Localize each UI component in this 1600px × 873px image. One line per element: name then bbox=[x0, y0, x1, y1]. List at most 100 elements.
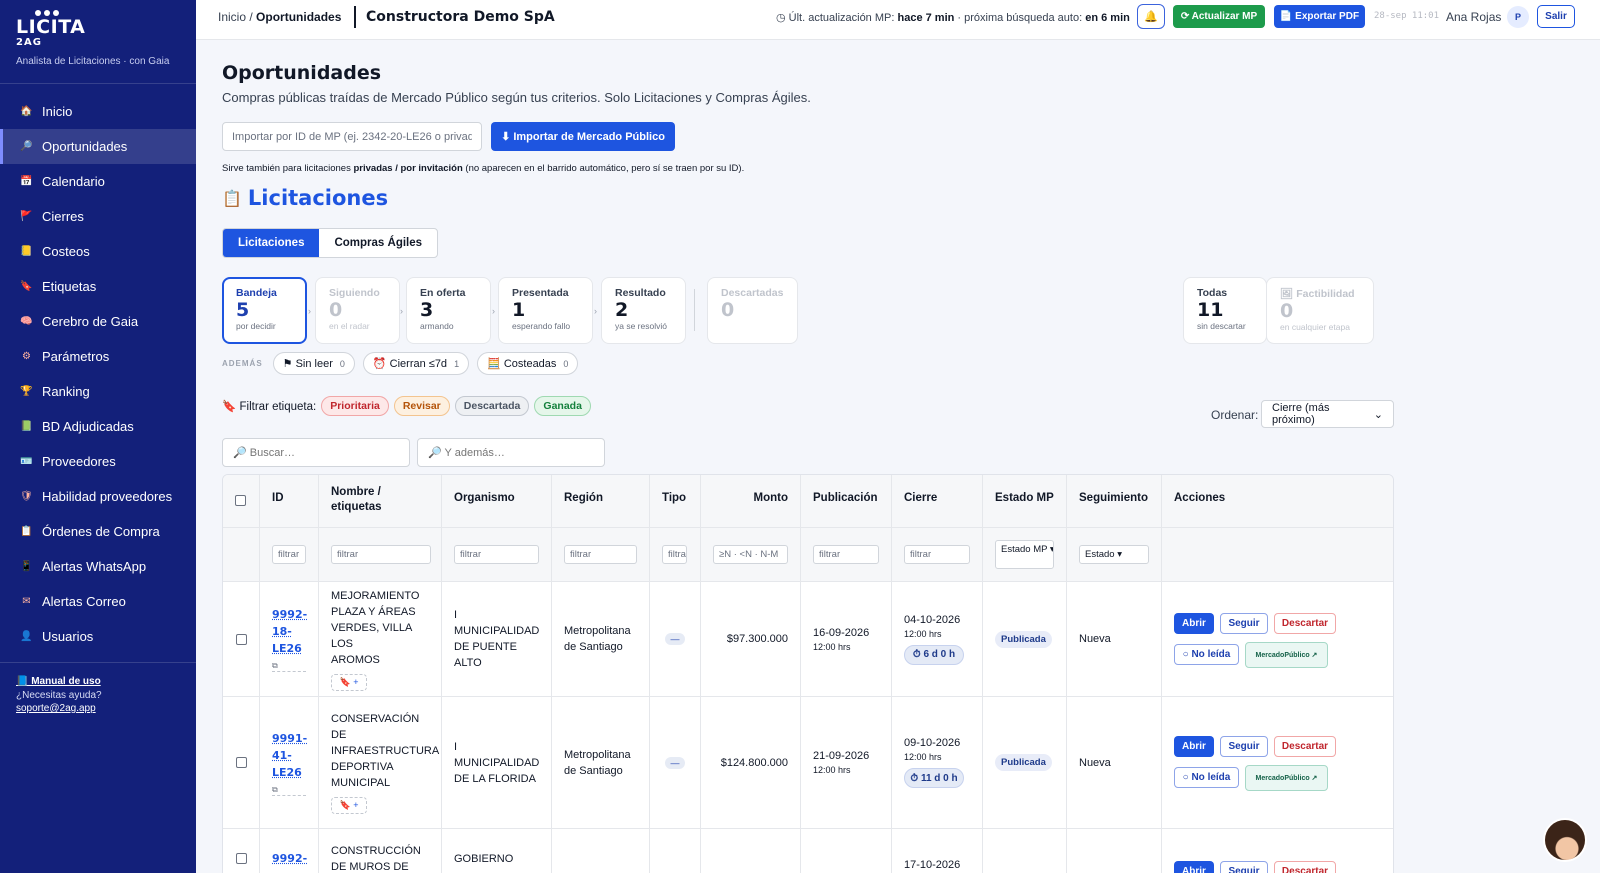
licitacion-id-link[interactable]: 9992- bbox=[272, 850, 307, 867]
avatar[interactable]: P bbox=[1507, 6, 1529, 28]
add-tag-button[interactable]: 🔖 + bbox=[331, 797, 367, 814]
stage-card[interactable]: Siguiendo 0 en el radar bbox=[315, 277, 400, 344]
stage-card[interactable]: Bandeja 5 por decidir bbox=[222, 277, 307, 344]
update-mp-button[interactable]: ⟳ Actualizar MP bbox=[1173, 5, 1265, 28]
stage-card[interactable]: Resultado 2 ya se resolvió bbox=[601, 277, 686, 344]
order-select[interactable]: Cierre (más próximo) ⌄ bbox=[1261, 400, 1394, 428]
sidebar-item-usuarios[interactable]: 👤 Usuarios bbox=[0, 619, 196, 654]
sidebar-item-label: Parámetros bbox=[42, 349, 109, 364]
column-filter-input[interactable]: filtrar bbox=[564, 545, 637, 564]
gaia-chat-avatar[interactable] bbox=[1543, 818, 1587, 862]
search-input[interactable] bbox=[222, 438, 410, 467]
sidebar-item-alertas-correo[interactable]: ✉ Alertas Correo bbox=[0, 584, 196, 619]
import-id-input[interactable] bbox=[222, 122, 482, 151]
stage-card[interactable]: Descartadas 0 bbox=[707, 277, 798, 344]
sidebar-item-label: Costeos bbox=[42, 244, 90, 259]
add-tag-button[interactable]: 🔖 + bbox=[331, 674, 367, 691]
chevron-down-icon: ⌄ bbox=[1374, 408, 1383, 421]
mercado-publico-link[interactable]: MercadoPúblico ↗ bbox=[1245, 765, 1328, 791]
column-filter-input[interactable]: filtrar bbox=[454, 545, 539, 564]
discard-button[interactable]: Descartar bbox=[1274, 736, 1336, 757]
mark-unread-button[interactable]: ○ No leída bbox=[1174, 644, 1239, 665]
table-row-cell: Abrir Seguir Descartar ○ No leída MercadoPúb… bbox=[1162, 582, 1394, 697]
open-button[interactable]: Abrir bbox=[1174, 736, 1214, 757]
select-checkbox[interactable] bbox=[235, 495, 246, 506]
tab-compras-agiles[interactable]: Compras Ágiles bbox=[319, 229, 437, 257]
pill-count: 0 bbox=[340, 359, 345, 369]
column-filter-input[interactable]: filtrar bbox=[662, 545, 687, 564]
stage-card[interactable]: Todas 11 sin descartar bbox=[1183, 277, 1267, 344]
copy-icon[interactable]: ⧉ bbox=[272, 785, 306, 796]
export-pdf-button[interactable]: 📄 Exportar PDF bbox=[1274, 5, 1365, 28]
stage-card[interactable]: Presentada 1 esperando fallo bbox=[498, 277, 593, 344]
import-mp-button[interactable]: ⬇ Importar de Mercado Público bbox=[491, 122, 675, 151]
notifications-bell-icon[interactable]: 🔔 bbox=[1137, 4, 1165, 29]
breadcrumb-home[interactable]: Inicio bbox=[218, 10, 246, 24]
stage-card[interactable]: 🖼 Factibilidad 0 en cualquier etapa bbox=[1266, 277, 1374, 344]
sidebar-item-ordenes-de-compra[interactable]: 📋 Órdenes de Compra bbox=[0, 514, 196, 549]
bookmark-icon: 🔖 bbox=[20, 280, 33, 293]
publication-date: 16-09-2026 bbox=[813, 627, 869, 639]
column-filter-input[interactable]: ≥N · <N · N-M bbox=[713, 545, 788, 564]
sidebar-item-habilidad-proveedores[interactable]: 🛡 Habilidad proveedores bbox=[0, 479, 196, 514]
select-checkbox[interactable] bbox=[236, 757, 247, 768]
licitacion-id-link[interactable]: 9991- 41- LE26 bbox=[272, 730, 307, 781]
sidebar-item-calendario[interactable]: 📅 Calendario bbox=[0, 164, 196, 199]
sidebar-item-proveedores[interactable]: 🪪 Proveedores bbox=[0, 444, 196, 479]
tag-revisar[interactable]: Revisar bbox=[394, 396, 450, 416]
sidebar-item-inicio[interactable]: 🏠 Inicio bbox=[0, 94, 196, 129]
mark-unread-button[interactable]: ○ No leída bbox=[1174, 767, 1239, 788]
table-row-cell: MEJORAMIENTO PLAZA Y ÁREAS VERDES, VILLA L… bbox=[319, 582, 442, 697]
stage-count: 1 bbox=[512, 299, 579, 321]
mercado-publico-link[interactable]: MercadoPúblico ↗ bbox=[1245, 642, 1328, 668]
refine-search-input[interactable] bbox=[417, 438, 605, 467]
select-all-header[interactable] bbox=[223, 475, 260, 528]
logout-button[interactable]: Salir bbox=[1537, 5, 1575, 28]
manual-link[interactable]: 📘 Manual de uso bbox=[16, 675, 180, 689]
sidebar-item-alertas-whatsapp[interactable]: 📱 Alertas WhatsApp bbox=[0, 549, 196, 584]
copy-icon[interactable]: ⧉ bbox=[272, 661, 306, 672]
discard-button[interactable]: Descartar bbox=[1274, 861, 1336, 873]
column-filter-input[interactable]: filtrar bbox=[331, 545, 431, 564]
select-checkbox[interactable] bbox=[236, 634, 247, 645]
sidebar-item-oportunidades[interactable]: 🔎 Oportunidades bbox=[0, 129, 196, 164]
tag-prioritaria[interactable]: Prioritaria bbox=[321, 396, 389, 416]
discard-button[interactable]: Descartar bbox=[1274, 613, 1336, 634]
sidebar-item-costeos[interactable]: 📒 Costeos bbox=[0, 234, 196, 269]
follow-button[interactable]: Seguir bbox=[1220, 736, 1268, 757]
column-filter-input[interactable]: filtrar bbox=[904, 545, 970, 564]
user-name: Ana Rojas bbox=[1446, 10, 1501, 24]
sidebar-item-bd-adjudicadas[interactable]: 📗 BD Adjudicadas bbox=[0, 409, 196, 444]
column-filter-input[interactable]: filtrar bbox=[813, 545, 879, 564]
pill-unread[interactable]: ⚑ Sin leer 0 bbox=[273, 352, 355, 375]
sidebar-item-label: Usuarios bbox=[42, 629, 93, 644]
open-button[interactable]: Abrir bbox=[1174, 613, 1214, 634]
stage-card[interactable]: En oferta 3 armando bbox=[406, 277, 491, 344]
stage-sub: esperando fallo bbox=[512, 321, 579, 331]
sidebar-item-ranking[interactable]: 🏆 Ranking bbox=[0, 374, 196, 409]
region: Metropolitana de Santiago bbox=[564, 623, 631, 655]
sidebar-item-parametros[interactable]: ⚙ Parámetros bbox=[0, 339, 196, 374]
licitacion-id-link[interactable]: 9992- 18- LE26 bbox=[272, 606, 307, 657]
table-row-cell: I MUNICIPALIDAD DE PUENTE ALTO bbox=[442, 582, 552, 697]
follow-button[interactable]: Seguir bbox=[1220, 861, 1268, 873]
pill-closing-soon[interactable]: ⏰ Cierran ≤7d 1 bbox=[363, 352, 469, 375]
table-row-cell bbox=[801, 829, 892, 873]
follow-button[interactable]: Seguir bbox=[1220, 613, 1268, 634]
column-filter-input[interactable]: Estado MP ▾ bbox=[995, 540, 1054, 569]
sidebar-item-cierres[interactable]: 🚩 Cierres bbox=[0, 199, 196, 234]
tag-ganada[interactable]: Ganada bbox=[534, 396, 591, 416]
tag-descartada[interactable]: Descartada bbox=[455, 396, 530, 416]
licitacion-name: CONSERVACIÓN DE INFRAESTRUCTURA DEPORTIVA MU… bbox=[331, 711, 439, 791]
tab-licitaciones[interactable]: Licitaciones bbox=[223, 229, 319, 257]
select-checkbox[interactable] bbox=[236, 853, 247, 864]
sidebar-item-etiquetas[interactable]: 🔖 Etiquetas bbox=[0, 269, 196, 304]
stage-label: 🖼 Factibilidad bbox=[1280, 287, 1360, 300]
sidebar-item-cerebro-de-gaia[interactable]: 🧠 Cerebro de Gaia bbox=[0, 304, 196, 339]
pill-label: ⏰ Cierran ≤7d bbox=[373, 357, 447, 370]
column-filter-input[interactable]: Estado ▾ bbox=[1079, 545, 1149, 564]
column-filter-input[interactable]: filtrar bbox=[272, 545, 306, 564]
open-button[interactable]: Abrir bbox=[1174, 861, 1214, 873]
support-email-link[interactable]: soporte@2ag.app bbox=[16, 702, 180, 716]
pill-costed[interactable]: 🧮 Costeadas 0 bbox=[477, 352, 578, 375]
